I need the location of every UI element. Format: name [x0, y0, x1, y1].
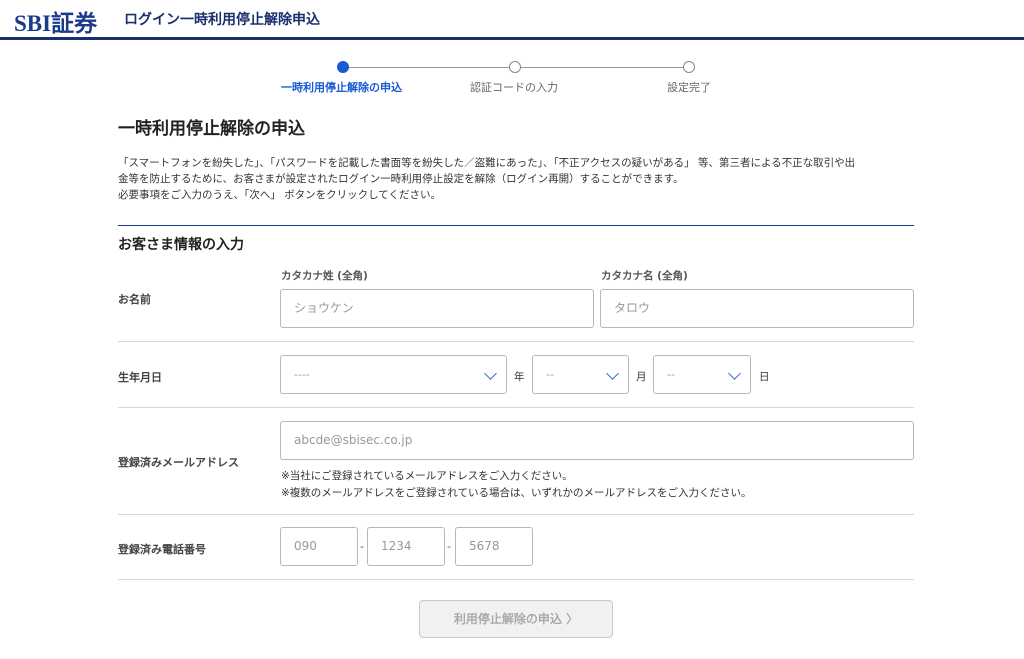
description-line: 必要事項をご入力のうえ、「次へ」 ボタンをクリックしてください。	[118, 189, 441, 201]
page-description: 「スマートフォンを紛失した」、「パスワードを記載した書面等を紛失した／盗難にあっ…	[118, 155, 918, 203]
birth-month-select[interactable]: --	[532, 355, 629, 394]
birth-month-value: --	[546, 368, 554, 381]
day-unit: 日	[759, 371, 770, 383]
chevron-down-icon	[606, 367, 619, 380]
step-1-dot	[337, 61, 349, 73]
header-title: ログイン一時利用停止解除申込	[124, 12, 320, 28]
email-input[interactable]: abcde@sbisec.co.jp	[280, 421, 914, 460]
birth-day-value: --	[667, 368, 675, 381]
phone-part3-input[interactable]: 5678	[455, 527, 533, 566]
sbi-logo[interactable]: SBI証券	[14, 4, 97, 38]
year-unit: 年	[514, 371, 525, 383]
step-1-label: 一時利用停止解除の申込	[281, 81, 402, 94]
section-title: お客さま情報の入力	[118, 237, 244, 253]
step-2-dot	[509, 61, 521, 73]
description-line: 「スマートフォンを紛失した」、「パスワードを記載した書面等を紛失した／盗難にあっ…	[118, 157, 856, 169]
section-divider	[118, 225, 914, 226]
step-2-label: 認証コードの入力	[470, 81, 558, 94]
step-3-dot	[683, 61, 695, 73]
site-header: SBI証券 ログイン一時利用停止解除申込	[0, 0, 1024, 40]
phone-separator: -	[360, 540, 364, 553]
row-divider	[118, 579, 914, 580]
step-connector	[515, 67, 689, 68]
row-divider	[118, 341, 914, 342]
first-name-kana-label: カタカナ名 (全角)	[601, 270, 688, 282]
phone-separator: -	[447, 540, 451, 553]
step-connector	[343, 67, 515, 68]
first-name-kana-input[interactable]: タロウ	[600, 289, 914, 328]
last-name-kana-label: カタカナ姓 (全角)	[281, 270, 368, 282]
page-title: 一時利用停止解除の申込	[118, 119, 305, 139]
birth-year-select[interactable]: ----	[280, 355, 507, 394]
birthdate-label: 生年月日	[118, 371, 162, 384]
chevron-down-icon	[484, 367, 497, 380]
phone-label: 登録済み電話番号	[118, 543, 206, 556]
row-divider	[118, 407, 914, 408]
step-3-label: 設定完了	[667, 81, 711, 94]
email-label: 登録済みメールアドレス	[118, 456, 239, 469]
month-unit: 月	[636, 371, 647, 383]
chevron-down-icon	[728, 367, 741, 380]
phone-part1-input[interactable]: 090	[280, 527, 358, 566]
email-note: ※当社にご登録されているメールアドレスをご入力ください。	[281, 470, 573, 482]
last-name-kana-input[interactable]: ショウケン	[280, 289, 594, 328]
email-note: ※複数のメールアドレスをご登録されている場合は、いずれかのメールアドレスをご入力…	[281, 487, 752, 499]
row-divider	[118, 514, 914, 515]
name-label: お名前	[118, 293, 151, 306]
description-line: 金等を防止するために、お客さまが設定されたログイン一時利用停止設定を解除（ログイ…	[118, 173, 684, 185]
phone-part2-input[interactable]: 1234	[367, 527, 445, 566]
birth-year-value: ----	[294, 368, 310, 381]
birth-day-select[interactable]: --	[653, 355, 751, 394]
submit-unlock-request-button[interactable]: 利用停止解除の申込 〉	[419, 600, 613, 638]
